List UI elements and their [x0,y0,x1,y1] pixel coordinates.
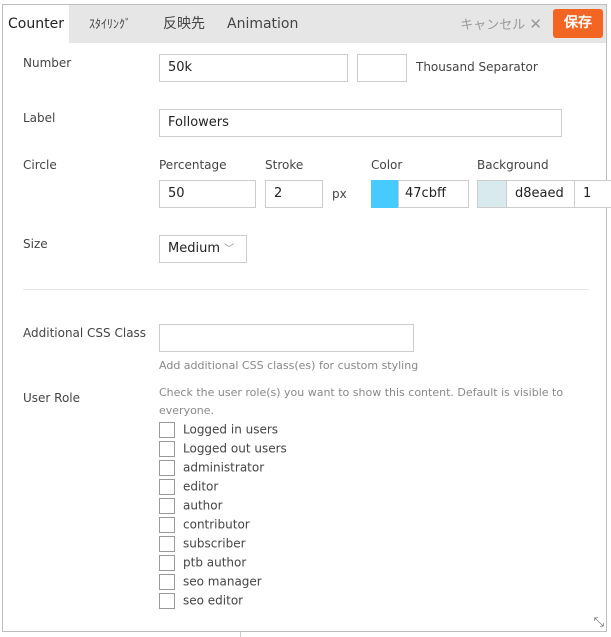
role-checkbox[interactable]: author [159,498,223,517]
stroke-label: Stroke [265,158,304,172]
user-role-help: Check the user role(s) you want to show … [159,386,564,417]
tab-styling[interactable]: ｽﾀｲﾘﾝｸﾞ [89,5,131,43]
user-role-label: User Role [23,391,81,405]
thousand-separator-input[interactable] [357,54,407,82]
color-input[interactable]: 47cbff [398,180,469,208]
role-checkbox[interactable]: Logged out users [159,441,287,460]
role-label: editor [183,479,219,494]
role-label: seo editor [183,593,244,608]
percentage-label: Percentage [159,158,227,172]
css-class-help: Add additional CSS class(es) for custom … [159,359,419,372]
chevron-down-icon: ﹀ [224,244,235,255]
role-checkbox[interactable]: contributor [159,517,250,536]
resize-handle-icon[interactable]: ⤡ [594,615,604,630]
role-checkbox[interactable]: seo editor [159,593,243,612]
background-label: Background [477,158,549,172]
color-swatch[interactable] [371,180,399,208]
tab-visibility[interactable]: 反映先 [163,5,205,43]
size-label: Size [23,237,48,251]
background-swatch[interactable] [477,180,507,208]
thousand-separator-label: Thousand Separator [416,60,538,74]
role-checkbox[interactable]: administrator [159,460,264,479]
role-label: subscriber [183,536,246,551]
checkbox[interactable] [159,441,175,457]
circle-label: Circle [23,158,57,172]
cancel-button[interactable]: キャンセル ✕ [460,5,542,45]
checkbox[interactable] [159,517,175,533]
role-label: administrator [183,460,265,475]
role-checkbox[interactable]: subscriber [159,536,246,555]
counter-settings-panel: Counter ｽﾀｲﾘﾝｸﾞ 反映先 Animation キャンセル ✕ 保存… [2,4,611,632]
role-checkbox[interactable]: ptb author [159,555,246,574]
role-label: ptb author [183,555,247,570]
cancel-label: キャンセル [460,18,526,33]
close-icon: ✕ [529,15,542,33]
number-input[interactable]: 50k [159,54,348,82]
checkbox[interactable] [159,460,175,476]
percentage-input[interactable]: 50 [159,180,256,208]
size-value: Medium [168,241,220,256]
checkbox[interactable] [159,479,175,495]
checkbox[interactable] [159,422,175,438]
checkbox[interactable] [159,593,175,609]
checkbox[interactable] [159,536,175,552]
role-label: seo manager [183,574,262,589]
tab-bar: Counter ｽﾀｲﾘﾝｸﾞ 反映先 Animation キャンセル ✕ 保存 [3,5,606,43]
label-label: Label [23,111,56,125]
label-input[interactable]: Followers [159,109,562,137]
tab-animation[interactable]: Animation [227,5,298,43]
css-class-label: Additional CSS Class [23,326,147,340]
checkbox[interactable] [159,574,175,590]
stroke-input[interactable]: 2 [265,180,323,208]
role-label: contributor [183,517,250,532]
tab-counter[interactable]: Counter [3,5,69,43]
role-checkbox[interactable]: editor [159,479,218,498]
save-button[interactable]: 保存 [553,9,603,38]
stroke-unit: px [332,187,347,201]
opacity-input[interactable]: 1 [574,180,611,208]
number-label: Number [23,56,72,70]
checkbox[interactable] [159,555,175,571]
role-label: Logged out users [183,441,287,456]
role-label: author [183,498,223,513]
checkbox[interactable] [159,498,175,514]
divider [240,632,241,637]
size-select[interactable]: Medium ﹀ [159,235,247,263]
divider [23,289,589,290]
role-checkbox[interactable]: seo manager [159,574,262,593]
background-input[interactable]: d8eaed [506,180,575,208]
role-checkbox[interactable]: Logged in users [159,422,278,441]
color-label: Color [371,158,403,172]
css-class-input[interactable] [159,324,414,352]
role-label: Logged in users [183,422,279,437]
